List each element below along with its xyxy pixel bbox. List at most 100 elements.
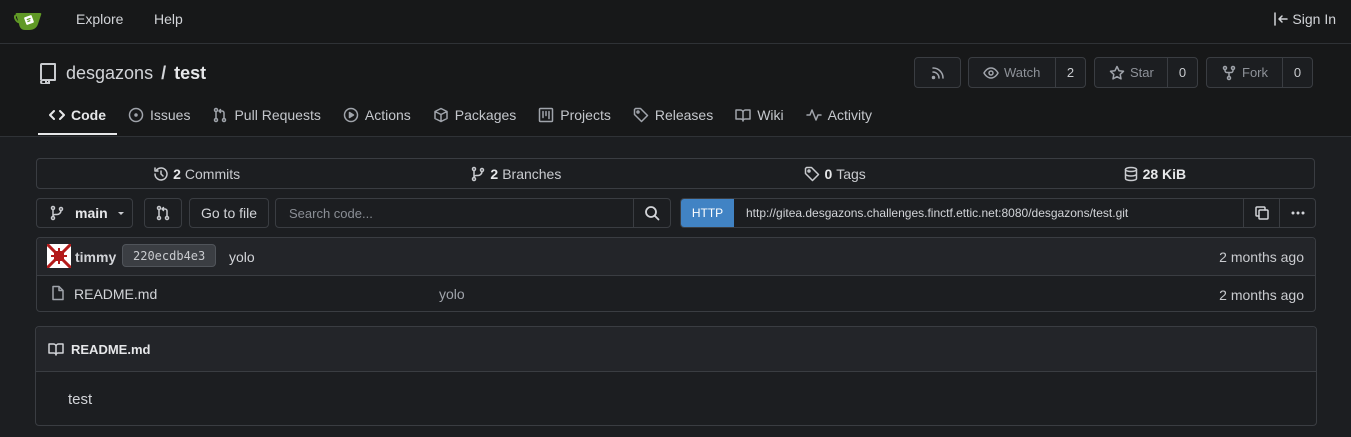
tab-label: Actions [364,106,411,123]
readme-panel: README.md test [35,326,1317,426]
branches-stat[interactable]: 2 Branches [356,159,675,188]
tab-projects[interactable]: Projects [527,96,622,133]
size-value: 28 KiB [1142,165,1187,182]
code-search: Search code... [275,198,671,228]
repo-owner-link[interactable]: desgazons [66,63,153,84]
watch-label: Watch [1004,65,1041,80]
star-button[interactable]: Star [1095,58,1167,87]
readme-title[interactable]: README.md [71,342,150,357]
search-icon [644,205,660,221]
tab-label: Code [71,106,106,123]
file-commit-time: 2 months ago [1219,287,1304,303]
star-icon [1109,65,1125,81]
watch-button[interactable]: Watch [969,58,1055,87]
tab-label: Activity [827,106,872,123]
tab-pull-requests[interactable]: Pull Requests [201,96,331,133]
eye-icon [983,65,999,81]
repo-name-link[interactable]: test [174,63,206,84]
commits-stat[interactable]: 2 Commits [37,159,356,188]
sign-in-icon [1273,11,1289,27]
tags-label: Tags [836,165,866,182]
tab-wiki[interactable]: Wiki [724,96,794,133]
compare-button[interactable] [144,198,182,228]
tag-icon [804,166,820,182]
tab-activity[interactable]: Activity [795,96,883,133]
tab-issues[interactable]: Issues [117,96,201,133]
rss-button[interactable] [914,57,961,88]
tab-label: Projects [560,106,611,123]
fork-label: Fork [1242,65,1268,80]
nav-explore[interactable]: Explore [76,11,123,27]
clone-panel: HTTP http://gitea.desgazons.challenges.f… [680,198,1316,228]
book-icon [735,107,751,123]
history-icon [153,166,169,182]
copy-url-button[interactable] [1243,199,1279,227]
star-count[interactable]: 0 [1167,58,1197,87]
tab-label: Issues [150,106,191,123]
clone-protocol-button[interactable]: HTTP [681,199,734,227]
star-button-group: Star 0 [1094,57,1198,88]
commit-time: 2 months ago [1219,249,1304,265]
tags-stat[interactable]: 0 Tags [676,159,995,188]
database-icon [1123,166,1139,182]
branch-icon [49,205,65,221]
pulse-icon [805,107,822,123]
sign-in-link[interactable]: Sign In [1273,11,1336,27]
sign-in-label: Sign In [1292,11,1336,27]
watch-count[interactable]: 2 [1055,58,1085,87]
code-icon [49,107,65,123]
fork-count[interactable]: 0 [1282,58,1312,87]
file-table: timmy 220ecdb4e3 yolo 2 months ago READM… [36,237,1316,312]
commit-message[interactable]: yolo [229,249,255,265]
repo-separator: / [161,62,167,83]
avatar[interactable] [47,244,71,268]
book-icon [48,341,64,357]
tags-count: 0 [824,165,833,182]
tab-packages[interactable]: Packages [422,96,527,133]
fork-button[interactable]: Fork [1207,58,1282,87]
tab-actions[interactable]: Actions [332,96,422,133]
repo-tabs: Code Issues Pull Requests Actions Packag… [38,96,883,136]
rss-icon [915,58,960,87]
repo-stats-bar: 2 Commits 2 Branches 0 Tags 28 KiB [36,158,1315,189]
tab-code[interactable]: Code [38,96,117,135]
commit-sha-button[interactable]: 220ecdb4e3 [122,244,217,267]
branches-count: 2 [490,165,499,182]
readme-content: test [68,391,93,408]
branch-name: main [75,205,108,221]
tab-label: Packages [454,106,517,123]
compare-icon [155,205,171,221]
go-to-file-button[interactable]: Go to file [189,198,269,228]
tab-label: Pull Requests [234,106,321,123]
more-options-button[interactable] [1279,199,1315,227]
repo-title: desgazons / test [38,62,206,84]
commits-count: 2 [173,165,181,182]
branches-label: Branches [502,165,562,182]
star-label: Star [1130,65,1154,80]
size-stat: 28 KiB [995,159,1314,188]
repo-icon [38,62,58,84]
fork-icon [1221,65,1237,81]
nav-help[interactable]: Help [154,11,183,27]
branch-icon [470,166,486,182]
search-button[interactable] [633,199,670,227]
file-icon [50,285,66,301]
tag-icon [633,107,649,123]
search-input[interactable]: Search code... [276,199,633,227]
commit-author[interactable]: timmy [75,249,116,265]
readme-header: README.md [36,327,1316,372]
chevron-down-icon [116,208,126,218]
tab-label: Releases [654,106,714,123]
project-icon [538,107,554,123]
file-commit-message[interactable]: yolo [439,286,465,302]
watch-button-group: Watch 2 [968,57,1086,88]
gitea-logo-icon[interactable] [14,9,44,33]
branch-selector[interactable]: main [36,198,133,228]
play-icon [343,107,359,123]
fork-button-group: Fork 0 [1206,57,1313,88]
clone-url-input[interactable]: http://gitea.desgazons.challenges.finctf… [734,199,1243,227]
tab-releases[interactable]: Releases [622,96,724,133]
issue-icon [128,107,144,123]
file-name-link[interactable]: README.md [74,286,157,302]
package-icon [433,107,449,123]
